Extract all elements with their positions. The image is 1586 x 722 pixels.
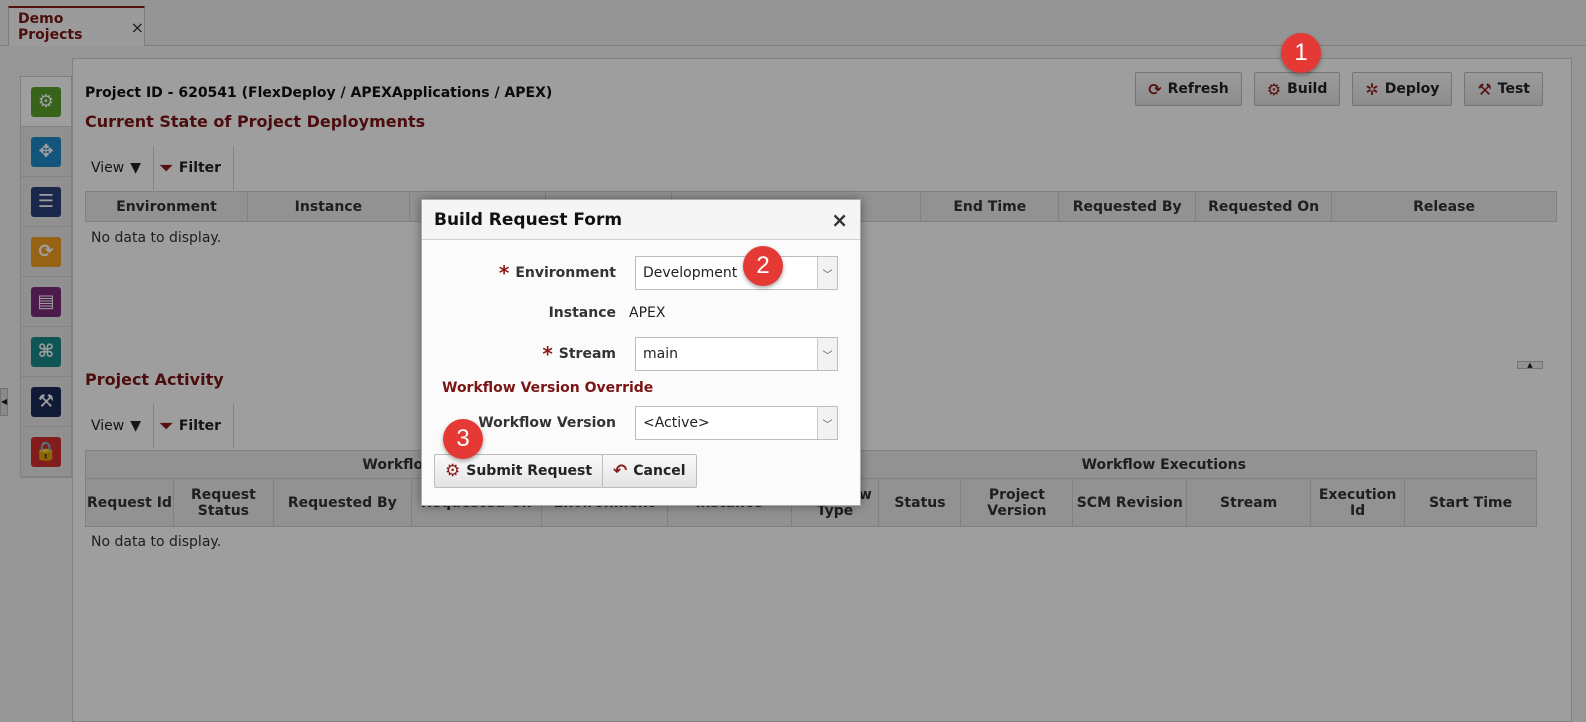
workflow-version-value: <Active> — [643, 415, 710, 431]
dialog-title: Build Request Form — [434, 209, 623, 230]
step-badge-2: 2 — [743, 246, 783, 286]
environment-label-text: Environment — [515, 265, 616, 281]
stream-row: * Stream main ﹀ — [422, 337, 862, 371]
workflow-version-override-label: Workflow Version Override — [442, 380, 654, 396]
build-request-dialog: Build Request Form × * Environment Develo… — [421, 199, 861, 506]
workflow-version-row: Workflow Version <Active> ﹀ — [422, 406, 862, 440]
stream-select[interactable]: main ﹀ — [635, 337, 838, 371]
gear-icon: ⚙ — [445, 461, 461, 481]
environment-label: * Environment — [422, 261, 626, 285]
dialog-header: Build Request Form × — [422, 200, 860, 240]
stream-value: main — [643, 346, 678, 362]
chevron-down-icon[interactable]: ﹀ — [817, 338, 837, 370]
stream-label-text: Stream — [558, 346, 616, 362]
stream-label: * Stream — [422, 342, 626, 366]
instance-label: Instance — [548, 305, 616, 321]
cancel-label: Cancel — [633, 463, 686, 479]
instance-row: Instance APEX — [422, 296, 862, 330]
submit-request-button[interactable]: ⚙ Submit Request — [434, 454, 604, 488]
step-badge-3: 3 — [443, 419, 483, 459]
step-badge-1: 1 — [1281, 33, 1321, 73]
chevron-down-icon[interactable]: ﹀ — [817, 257, 837, 289]
environment-row: * Environment Development ﹀ — [422, 256, 862, 290]
environment-select[interactable]: Development ﹀ — [635, 256, 838, 290]
instance-value: APEX — [629, 305, 666, 321]
chevron-down-icon[interactable]: ﹀ — [817, 407, 837, 439]
close-icon[interactable]: × — [831, 208, 848, 232]
required-marker: * — [542, 342, 553, 366]
cancel-button[interactable]: ↶ Cancel — [602, 454, 697, 488]
submit-label: Submit Request — [466, 463, 593, 479]
required-marker: * — [498, 261, 510, 285]
workflow-version-select[interactable]: <Active> ﹀ — [635, 406, 838, 440]
environment-value: Development — [643, 265, 738, 281]
undo-icon: ↶ — [613, 461, 628, 481]
